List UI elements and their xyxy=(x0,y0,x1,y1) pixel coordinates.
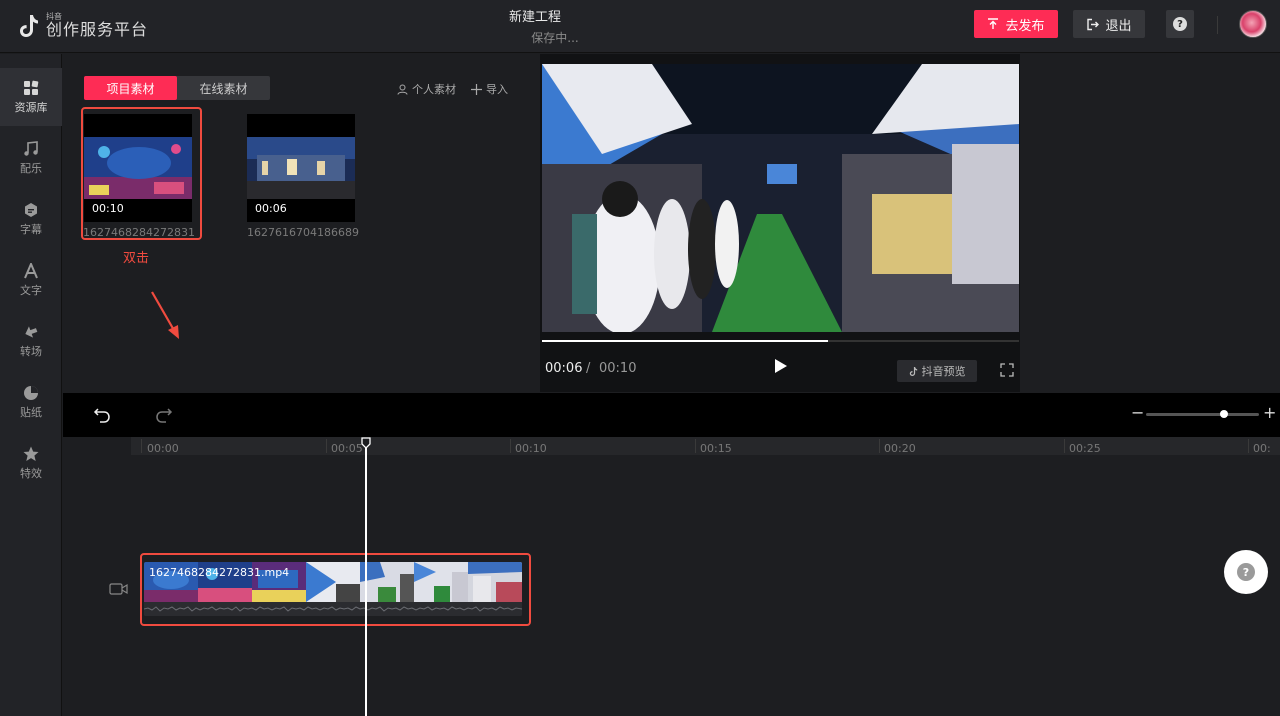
sidebar-item-label: 资源库 xyxy=(14,100,48,114)
help-icon: ? xyxy=(1173,17,1187,31)
zoom-out-button[interactable]: − xyxy=(1131,403,1144,422)
ruler-tick xyxy=(1248,439,1249,453)
fullscreen-icon[interactable] xyxy=(1000,363,1014,377)
video-camera-icon xyxy=(109,583,128,595)
sidebar-item-subtitles[interactable]: 字幕 xyxy=(0,190,62,248)
music-note-icon xyxy=(24,140,38,156)
video-player: 00:06 / 00:10 抖音预览 xyxy=(540,54,1020,392)
sidebar-item-stickers[interactable]: 贴纸 xyxy=(0,373,62,431)
zoom-slider[interactable] xyxy=(1146,413,1259,416)
timeline-toolbar: − + xyxy=(63,393,1280,437)
ruler-label: 00:15 xyxy=(700,442,732,455)
media-thumbnail xyxy=(247,137,355,199)
upload-icon xyxy=(988,18,999,29)
time-ruler[interactable]: 00:00 00:05 00:10 00:15 00:20 00:25 00: xyxy=(131,437,1280,455)
ruler-label: 00:05 xyxy=(331,442,363,455)
progress-fill xyxy=(542,340,828,342)
sticker-icon xyxy=(24,385,38,400)
header-divider xyxy=(1217,16,1218,34)
ruler-label: 00:00 xyxy=(147,442,179,455)
ruler-label: 00:25 xyxy=(1069,442,1101,455)
help-icon: ? xyxy=(1237,563,1255,581)
sidebar-item-label: 特效 xyxy=(20,466,42,480)
exit-icon xyxy=(1087,18,1100,30)
avatar[interactable] xyxy=(1239,10,1267,38)
tiktok-icon xyxy=(909,366,917,376)
import-button[interactable]: 导入 xyxy=(471,81,508,97)
highlight-box xyxy=(140,553,531,626)
subtitle-icon xyxy=(25,202,37,217)
tab-online-media[interactable]: 在线素材 xyxy=(177,76,270,100)
plus-icon xyxy=(471,83,482,95)
media-tabs: 项目素材 在线素材 xyxy=(84,76,270,100)
sidebar-item-label: 配乐 xyxy=(20,161,42,175)
annotation-arrow-icon xyxy=(151,291,179,339)
effects-star-icon xyxy=(23,446,39,461)
sidebar-item-library[interactable]: 资源库 xyxy=(0,68,62,126)
playhead[interactable] xyxy=(365,445,367,716)
redo-icon[interactable] xyxy=(155,406,173,424)
ruler-tick xyxy=(1064,439,1065,453)
ruler-label: 00:10 xyxy=(515,442,547,455)
undo-icon[interactable] xyxy=(93,406,111,424)
help-button[interactable]: ? xyxy=(1166,10,1194,38)
tab-project-media[interactable]: 项目素材 xyxy=(84,76,177,100)
user-icon xyxy=(397,84,408,95)
help-float-button[interactable]: ? xyxy=(1224,550,1268,594)
import-label: 导入 xyxy=(486,83,508,96)
play-icon[interactable] xyxy=(774,358,788,374)
publish-button[interactable]: 去发布 xyxy=(974,10,1058,38)
exit-button[interactable]: 退出 xyxy=(1073,10,1145,38)
timeline: 00:00 00:05 00:10 00:15 00:20 00:25 00: … xyxy=(63,437,1280,716)
preview-label: 抖音预览 xyxy=(921,365,966,378)
save-status: 保存中... xyxy=(531,31,579,45)
video-preview xyxy=(542,64,1019,332)
zoom-in-button[interactable]: + xyxy=(1263,403,1276,422)
text-a-icon xyxy=(24,262,38,278)
top-bar: 抖音 创作服务平台 新建工程 保存中... 去发布 退出 ? xyxy=(0,0,1280,53)
sidebar-item-label: 贴纸 xyxy=(20,405,42,419)
personal-media-label: 个人素材 xyxy=(412,83,456,96)
exit-label: 退出 xyxy=(1105,18,1132,34)
publish-label: 去发布 xyxy=(1005,18,1045,34)
ruler-tick xyxy=(326,439,327,453)
media-name: 1627616704186689 xyxy=(247,226,359,239)
properties-panel xyxy=(1020,54,1280,392)
transition-icon xyxy=(25,325,38,338)
sidebar-item-label: 字幕 xyxy=(20,222,42,236)
sidebar-item-transitions[interactable]: 转场 xyxy=(0,312,62,370)
ruler-tick xyxy=(695,439,696,453)
douyin-preview-button[interactable]: 抖音预览 xyxy=(897,360,977,382)
playhead-handle[interactable] xyxy=(361,437,371,449)
ruler-label: 00: xyxy=(1253,442,1271,455)
current-time: 00:06 xyxy=(545,361,583,376)
ruler-tick xyxy=(141,439,142,453)
time-separator: / xyxy=(586,361,591,376)
clip-name: 1627468284272831.mp4 xyxy=(149,566,290,579)
media-duration: 00:06 xyxy=(255,202,287,215)
sidebar: 资源库 配乐 字幕 文字 转场 贴纸 特效 xyxy=(0,54,62,716)
zoom-slider-handle[interactable] xyxy=(1220,410,1228,418)
personal-media-link[interactable]: 个人素材 xyxy=(397,81,456,97)
project-title[interactable]: 新建工程 xyxy=(0,6,1070,25)
media-panel: 项目素材 在线素材 个人素材 导入 00:10 1627468284272831… xyxy=(63,54,540,392)
highlight-box xyxy=(81,107,202,240)
sidebar-item-text[interactable]: 文字 xyxy=(0,251,62,309)
grid-icon xyxy=(24,80,39,95)
ruler-tick xyxy=(879,439,880,453)
annotation-hint: 双击 xyxy=(123,251,150,266)
media-item[interactable]: 00:06 xyxy=(247,114,355,222)
ruler-label: 00:20 xyxy=(884,442,916,455)
sidebar-item-music[interactable]: 配乐 xyxy=(0,129,62,187)
total-time: 00:10 xyxy=(599,361,637,376)
sidebar-item-effects[interactable]: 特效 xyxy=(0,434,62,492)
sidebar-item-label: 转场 xyxy=(20,344,42,358)
sidebar-item-label: 文字 xyxy=(20,283,42,297)
ruler-tick xyxy=(510,439,511,453)
